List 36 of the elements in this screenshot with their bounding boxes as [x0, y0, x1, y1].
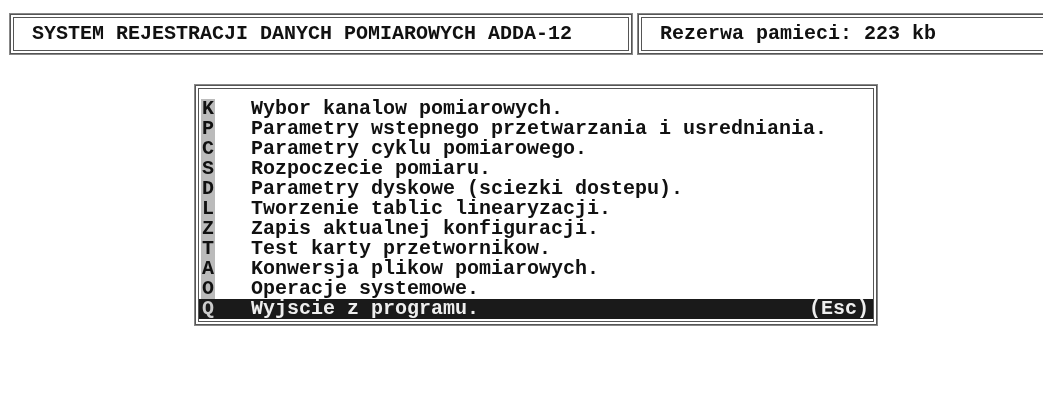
menu-item[interactable]: O Operacje systemowe. — [199, 279, 873, 299]
hotkey-letter: A — [201, 259, 215, 279]
menu-label: Konwersja plikow pomiarowych. — [251, 259, 600, 279]
hotkey-letter: P — [201, 119, 215, 139]
menu-item[interactable]: Q Wyjscie z programu. (Esc) — [199, 299, 873, 319]
menu-label: Wybor kanalow pomiarowych. — [251, 99, 564, 119]
hotkey-letter: C — [201, 139, 215, 159]
shortcut-hint: (Esc) — [809, 299, 869, 319]
menu-label: Parametry wstepnego przetwarzania i usredniania. — [251, 119, 828, 139]
hotkey-letter: Q — [201, 299, 215, 319]
menu-item[interactable]: L Tworzenie tablic linearyzacji. — [199, 199, 873, 219]
program-title: SYSTEM REJESTRACJI DANYCH POMIAROWYCH ADDA-12 — [10, 14, 632, 54]
menu-label: Wyjscie z programu. — [251, 299, 480, 319]
menu-item[interactable]: K Wybor kanalow pomiarowych. — [199, 99, 873, 119]
memory-reserve-text: Rezerwa pamieci: 223 kb — [638, 14, 1043, 54]
menu-label: Parametry cyklu pomiarowego. — [251, 139, 588, 159]
hotkey-letter: L — [201, 199, 215, 219]
menu-label: Zapis aktualnej konfiguracji. — [251, 219, 600, 239]
menu-label: Tworzenie tablic linearyzacji. — [251, 199, 612, 219]
menu-label: Rozpoczecie pomiaru. — [251, 159, 492, 179]
hotkey-letter: T — [201, 239, 215, 259]
hotkey-letter: Z — [201, 219, 215, 239]
hotkey-letter: S — [201, 159, 215, 179]
menu-item[interactable]: P Parametry wstepnego przetwarzania i usredniania. — [199, 119, 873, 139]
menu-item[interactable]: D Parametry dyskowe (sciezki dostepu). — [199, 179, 873, 199]
menu-item[interactable]: A Konwersja plikow pomiarowych. — [199, 259, 873, 279]
hotkey-letter: D — [201, 179, 215, 199]
menu-item[interactable]: C Parametry cyklu pomiarowego. — [199, 139, 873, 159]
menu-item[interactable]: T Test karty przetwornikow. — [199, 239, 873, 259]
menu-item[interactable]: S Rozpoczecie pomiaru. — [199, 159, 873, 179]
menu-item[interactable]: Z Zapis aktualnej konfiguracji. — [199, 219, 873, 239]
menu-label: Test karty przetwornikow. — [251, 239, 552, 259]
hotkey-letter: K — [201, 99, 215, 119]
hotkey-letter: O — [201, 279, 215, 299]
menu-label: Operacje systemowe. — [251, 279, 480, 299]
menu-label: Parametry dyskowe (sciezki dostepu). — [251, 179, 684, 199]
